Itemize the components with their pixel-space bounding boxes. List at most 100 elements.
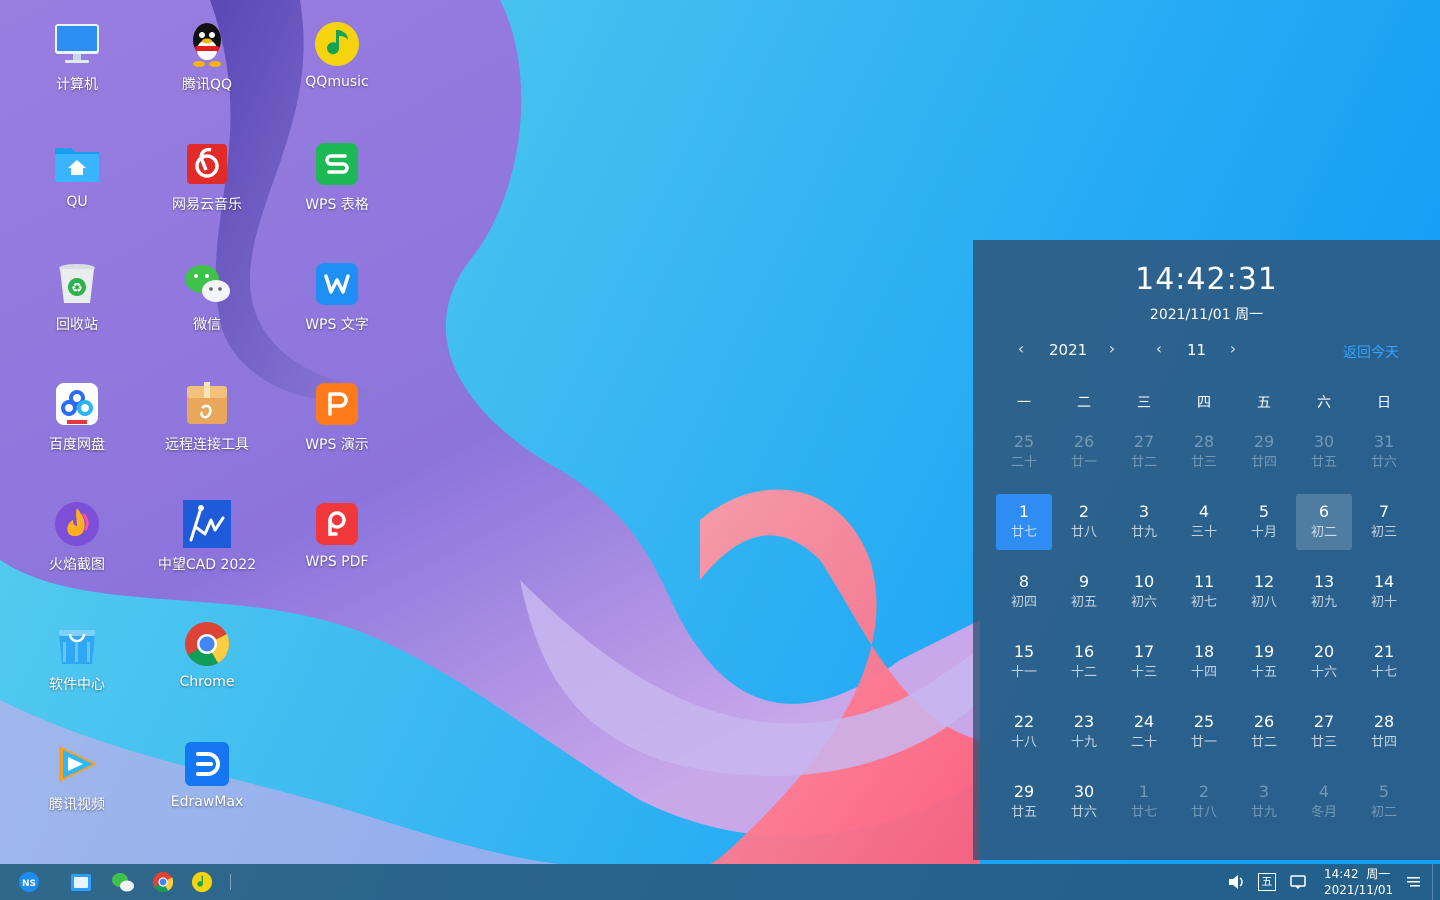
calendar-day[interactable]: 26 廿二 (1236, 704, 1292, 760)
calendar-day-number: 21 (1373, 642, 1395, 661)
calendar-day[interactable]: 11 初七 (1176, 564, 1232, 620)
calendar-day[interactable]: 8 初四 (996, 564, 1052, 620)
calendar-day[interactable]: 31 廿六 (1356, 424, 1412, 480)
prev-year-chevron-left-icon[interactable]: ‹ (1011, 339, 1031, 359)
year-selector[interactable]: 2021 (1049, 341, 1087, 359)
calendar-day[interactable]: 28 廿四 (1356, 704, 1412, 760)
desktop-icon-recycle-bin[interactable]: ♻ 回收站 (17, 240, 137, 340)
desktop-icon-netease-music[interactable]: 网易云音乐 (147, 120, 267, 220)
desktop-icon-qq[interactable]: 腾讯QQ (147, 0, 267, 100)
desktop-icon-baidu-netdisk[interactable]: 百度网盘 (17, 360, 137, 460)
calendar-day[interactable]: 9 初五 (1056, 564, 1112, 620)
calendar-day[interactable]: 23 十九 (1056, 704, 1112, 760)
weekday-header: 日 (1377, 395, 1391, 411)
calendar-day[interactable]: 18 十四 (1176, 634, 1232, 690)
calendar-day[interactable]: 14 初十 (1356, 564, 1412, 620)
desktop-icon-tencent-video[interactable]: 腾讯视频 (17, 720, 137, 820)
weekday-header: 一 (1017, 395, 1031, 411)
calendar-day[interactable]: 26 廿一 (1056, 424, 1112, 480)
ns-start-icon[interactable]: NS (17, 870, 41, 894)
calendar-day[interactable]: 29 廿四 (1236, 424, 1292, 480)
hamburger-icon[interactable] (1402, 870, 1426, 894)
desktop-icon-label: QQmusic (305, 74, 369, 90)
desktop-icon-chrome[interactable]: Chrome (147, 600, 267, 700)
desktop-icon-wps-sheet[interactable]: WPS 表格 (277, 120, 397, 220)
qq-music-icon[interactable] (190, 870, 214, 894)
desktop-icon-edrawmax[interactable]: EdrawMax (147, 720, 267, 820)
calendar-day[interactable]: 19 十五 (1236, 634, 1292, 690)
calendar-day[interactable]: 1 廿七 (1116, 774, 1172, 830)
wechat-icon[interactable] (111, 870, 135, 894)
calendar-day[interactable]: 27 廿二 (1116, 424, 1172, 480)
calendar-day-number: 5 (1378, 782, 1390, 801)
calendar-day[interactable]: 3 廿九 (1236, 774, 1292, 830)
calendar-day[interactable]: 4 三十 (1176, 494, 1232, 550)
back-to-today-link[interactable]: 返回今天 (1343, 342, 1399, 362)
show-desktop-button[interactable] (1432, 864, 1440, 900)
calendar-day-today[interactable]: 1 廿七 (996, 494, 1052, 550)
calendar-day[interactable]: 24 二十 (1116, 704, 1172, 760)
calendar-day[interactable]: 30 廿六 (1056, 774, 1112, 830)
desktop-icon-wps-presentation[interactable]: WPS 演示 (277, 360, 397, 460)
calendar-lunar-date: 初八 (1250, 595, 1277, 610)
message-icon[interactable] (1286, 870, 1310, 894)
calendar-day[interactable]: 2 廿八 (1176, 774, 1232, 830)
calendar-day[interactable]: 15 十一 (996, 634, 1052, 690)
calendar-day[interactable]: 2 廿八 (1056, 494, 1112, 550)
next-year-chevron-right-icon[interactable]: › (1102, 339, 1122, 359)
calendar-day[interactable]: 21 十七 (1356, 634, 1412, 690)
desktop-icon-qqmusic[interactable]: QQmusic (277, 0, 397, 100)
desktop-icon-software-center[interactable]: 软件中心 (17, 600, 137, 700)
desktop-icon-label: EdrawMax (170, 794, 244, 810)
desktop-icon-flameshot[interactable]: 火焰截图 (17, 480, 137, 580)
calendar-day[interactable]: 10 初六 (1116, 564, 1172, 620)
calendar-day[interactable]: 5 十月 (1236, 494, 1292, 550)
taskbar-clock[interactable]: 14:42 周一 2021/11/01 (1324, 866, 1393, 898)
desktop-icon-label: QU (66, 194, 88, 210)
calendar-day-number: 3 (1138, 502, 1150, 521)
calendar-lunar-date: 十一 (1010, 665, 1037, 680)
calendar-day[interactable]: 3 廿九 (1116, 494, 1172, 550)
desktop-icon-remote-connect[interactable]: 远程连接工具 (147, 360, 267, 460)
calendar-lunar-date: 廿七 (1130, 805, 1157, 820)
desktop-icon-wps-pdf[interactable]: WPS PDF (277, 480, 397, 580)
calendar-day[interactable]: 30 廿五 (1296, 424, 1352, 480)
calendar-day[interactable]: 17 十三 (1116, 634, 1172, 690)
volume-icon[interactable] (1224, 870, 1248, 894)
desktop-icon-computer[interactable]: 计算机 (17, 0, 137, 100)
remote-connect-icon (183, 380, 231, 428)
month-selector[interactable]: 11 (1187, 341, 1206, 359)
calendar-day[interactable]: 4 冬月 (1296, 774, 1352, 830)
desktop-icon-wechat[interactable]: 微信 (147, 240, 267, 340)
calendar-day[interactable]: 6 初二 (1296, 494, 1352, 550)
file-manager-icon[interactable] (69, 870, 93, 894)
chrome-icon[interactable] (151, 870, 175, 894)
calendar-lunar-date: 廿五 (1310, 455, 1337, 470)
desktop-icon-home-folder[interactable]: QU (17, 120, 137, 220)
input-method-indicator[interactable]: 五 (1255, 870, 1279, 894)
calendar-day[interactable]: 12 初八 (1236, 564, 1292, 620)
calendar-day[interactable]: 22 十八 (996, 704, 1052, 760)
calendar-day-number: 2 (1198, 782, 1210, 801)
calendar-day[interactable]: 16 十二 (1056, 634, 1112, 690)
calendar-day-number: 25 (1013, 432, 1035, 451)
calendar-lunar-date: 廿三 (1310, 735, 1337, 750)
netease-music-icon (183, 140, 231, 188)
calendar-day[interactable]: 20 十六 (1296, 634, 1352, 690)
desktop-icon-zwcad[interactable]: 中望CAD 2022 (147, 480, 267, 580)
desktop-icon-wps-writer[interactable]: WPS 文字 (277, 240, 397, 340)
calendar-day[interactable]: 28 廿三 (1176, 424, 1232, 480)
recycle-bin-icon: ♻ (53, 260, 101, 308)
prev-month-chevron-left-icon[interactable]: ‹ (1149, 339, 1169, 359)
calendar-day[interactable]: 7 初三 (1356, 494, 1412, 550)
calendar-day[interactable]: 29 廿五 (996, 774, 1052, 830)
calendar-day[interactable]: 25 二十 (996, 424, 1052, 480)
calendar-day-number: 1 (1018, 502, 1030, 521)
calendar-day[interactable]: 13 初九 (1296, 564, 1352, 620)
calendar-day[interactable]: 27 廿三 (1296, 704, 1352, 760)
calendar-lunar-date: 廿九 (1250, 805, 1277, 820)
desktop-icon-label: 微信 (193, 317, 221, 333)
calendar-day[interactable]: 5 初二 (1356, 774, 1412, 830)
calendar-day[interactable]: 25 廿一 (1176, 704, 1232, 760)
next-month-chevron-right-icon[interactable]: › (1223, 339, 1243, 359)
